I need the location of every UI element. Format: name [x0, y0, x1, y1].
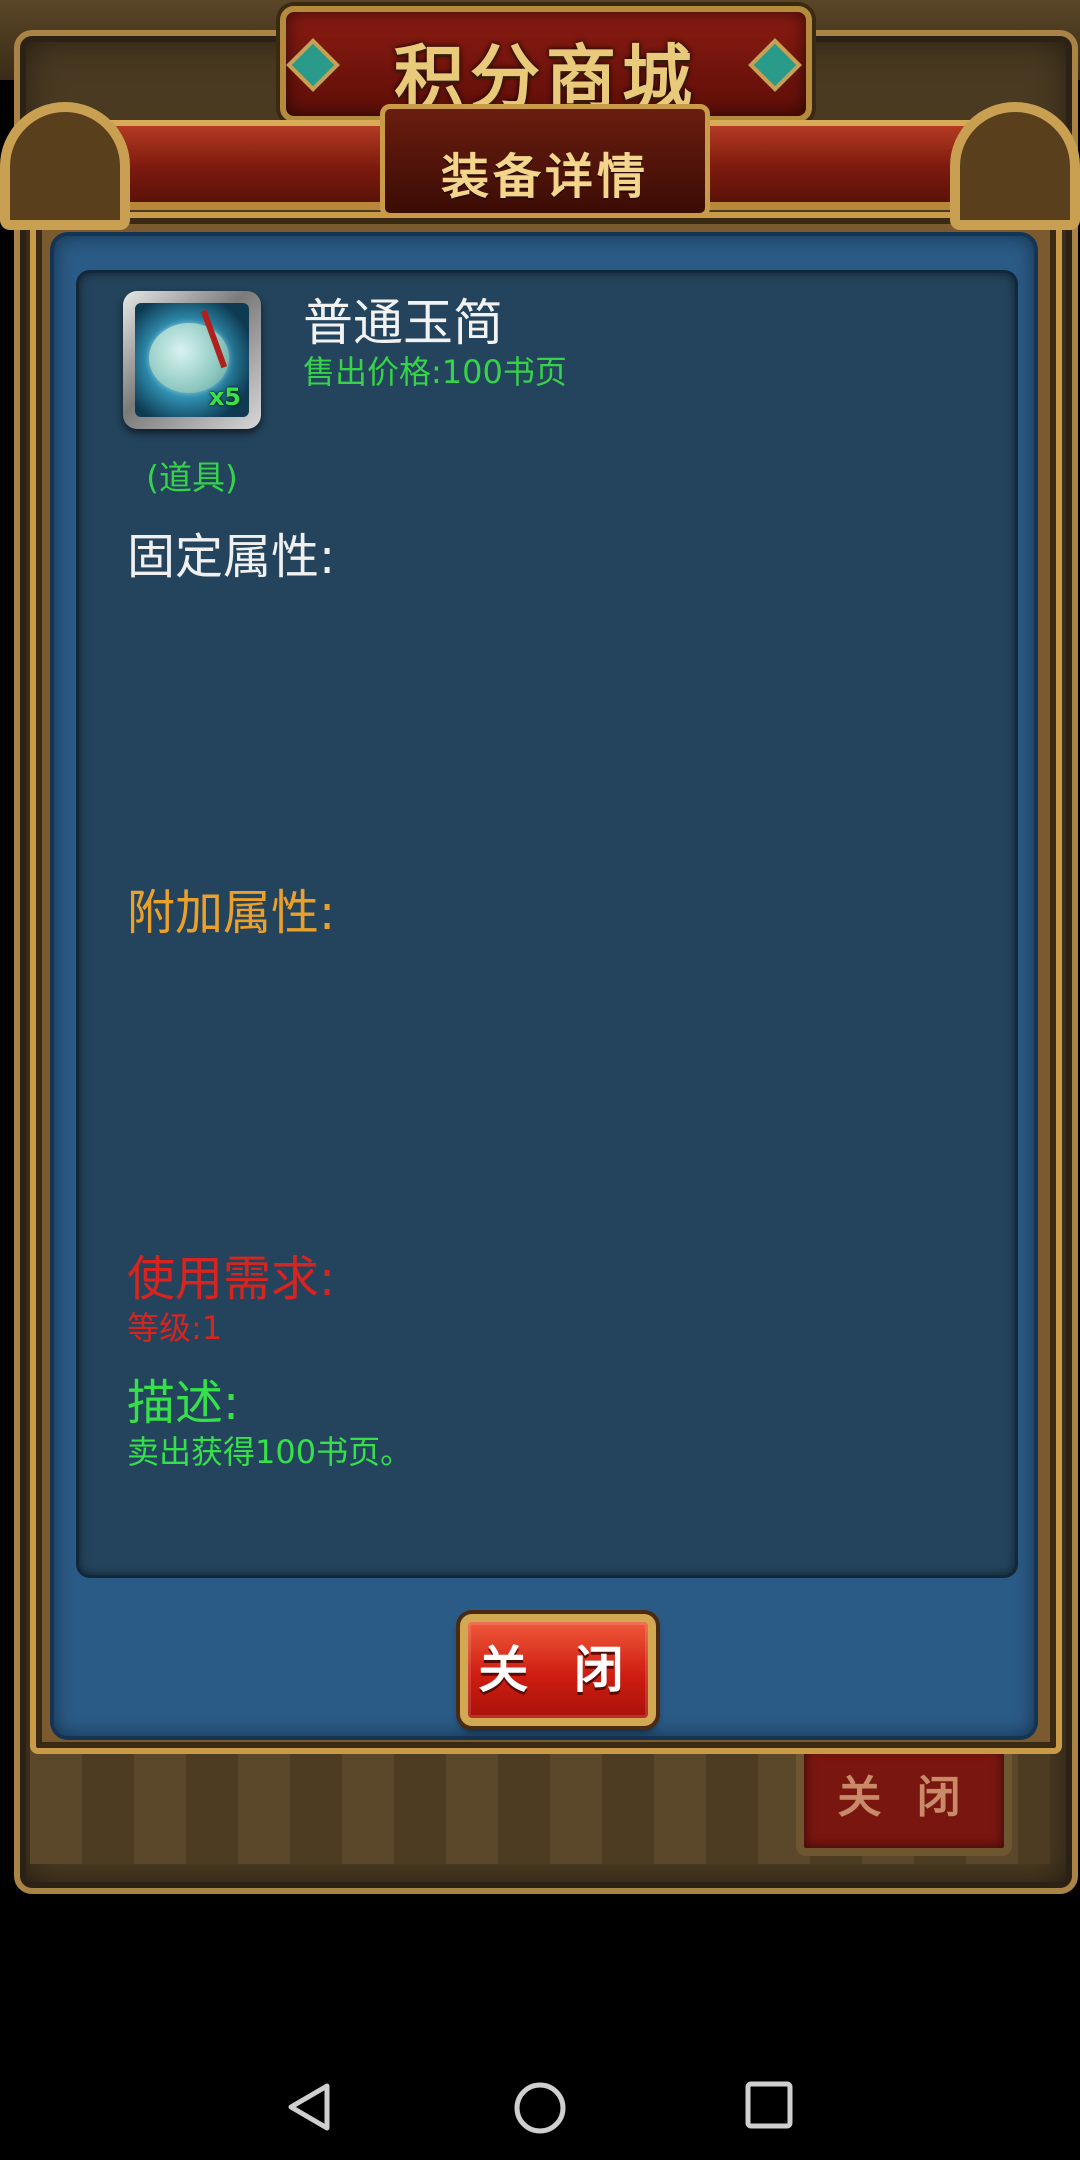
description-text: 卖出获得100书页。: [127, 1433, 413, 1471]
jade-token-icon: x5: [135, 303, 249, 417]
item-price: 售出价格:100书页: [303, 353, 567, 391]
curl-ornament-icon: [0, 102, 130, 230]
background-close-button[interactable]: 关 闭: [796, 1740, 1012, 1856]
item-count: x5: [208, 383, 241, 411]
header-title-plate: 装备详情: [380, 104, 710, 218]
requirement-level: 等级:1: [127, 1309, 223, 1347]
close-button[interactable]: 关 闭: [460, 1614, 656, 1726]
item-name: 普通玉简: [303, 294, 503, 352]
item-type: (道具): [146, 458, 238, 497]
requirements-heading: 使用需求:: [127, 1251, 336, 1307]
fixed-attributes-heading: 固定属性:: [127, 529, 336, 585]
popup-header: 装备详情: [0, 98, 1080, 230]
extra-attributes-heading: 附加属性:: [127, 885, 336, 941]
recent-apps-icon[interactable]: [744, 2080, 794, 2130]
detail-panel: x5 (道具) 普通玉简 售出价格:100书页 固定属性: 附加属性: 使用需求…: [76, 270, 1018, 1578]
home-icon[interactable]: [512, 2080, 568, 2136]
popup-inner-panel: x5 (道具) 普通玉简 售出价格:100书页 固定属性: 附加属性: 使用需求…: [50, 232, 1038, 1740]
system-nav-bar: [0, 2040, 1080, 2160]
equipment-detail-popup: x5 (道具) 普通玉简 售出价格:100书页 固定属性: 附加属性: 使用需求…: [30, 212, 1062, 1754]
description-heading: 描述:: [127, 1375, 240, 1431]
curl-ornament-icon: [950, 102, 1080, 230]
popup-title: 装备详情: [440, 149, 649, 205]
item-slot: x5: [123, 291, 261, 429]
